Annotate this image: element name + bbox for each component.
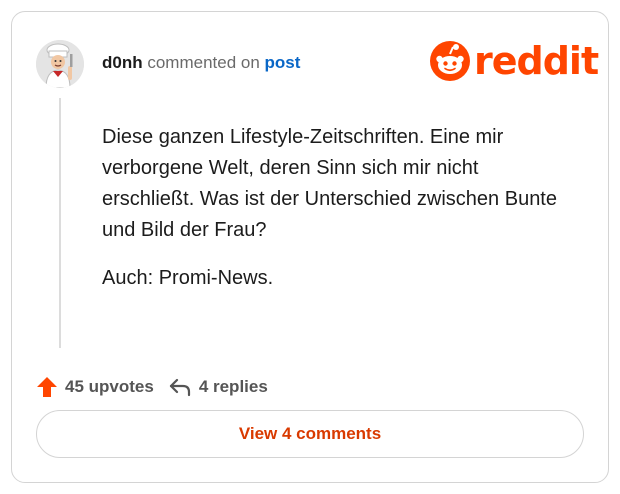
view-comments-button[interactable]: View 4 comments [36,410,584,458]
reddit-logo[interactable]: reddit [430,39,599,83]
comment-card: d0nh commented on post reddit Diese ganz… [11,11,609,483]
action-text: commented on [147,53,260,72]
avatar[interactable] [36,40,84,88]
replies-stat[interactable]: 4 replies [168,376,268,398]
replies-count: 4 replies [198,377,268,396]
reply-arrow-icon[interactable] [168,376,192,398]
post-link[interactable]: post [265,53,301,72]
upvote-count: 45 upvotes [65,377,154,396]
comment-paragraph: Diese ganzen Lifestyle-Zeitschriften. Ei… [102,126,557,241]
reddit-snoo-icon [430,41,470,81]
username[interactable]: d0nh [102,53,143,72]
reddit-wordmark: reddit [474,39,599,83]
comment-header: d0nh commented on post [102,52,300,74]
upvote-stat[interactable]: 45 upvotes [36,376,154,398]
chef-avatar-icon [36,40,84,88]
comment-paragraph: Auch: Promi-News. [102,267,274,289]
comment-body: Diese ganzen Lifestyle-Zeitschriften. Ei… [102,122,572,311]
comment-stats: 45 upvotes 4 replies [36,374,268,400]
thread-line [59,98,61,348]
upvote-arrow-icon[interactable] [36,376,58,398]
